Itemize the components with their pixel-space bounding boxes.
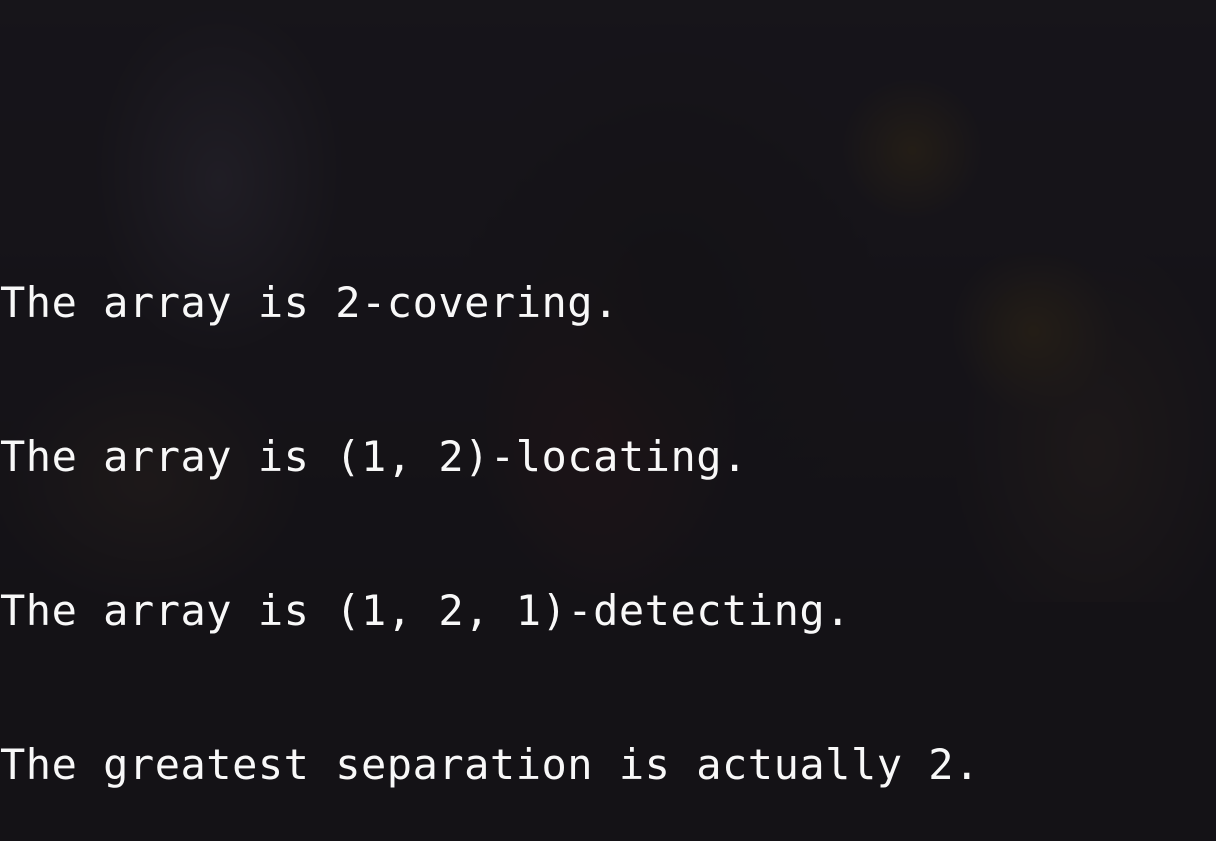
output-line: The greatest separation is actually 2. xyxy=(0,739,980,790)
output-line: The array is (1, 2, 1)-detecting. xyxy=(0,585,980,636)
output-line: The array is 2-covering. xyxy=(0,277,980,328)
terminal-output: The array is 2-covering. The array is (1… xyxy=(0,175,980,841)
output-line: The array is (1, 2)-locating. xyxy=(0,431,980,482)
